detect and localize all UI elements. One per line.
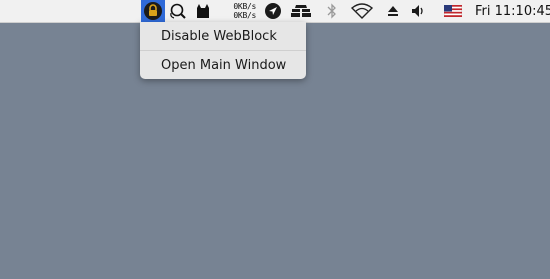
lock-icon	[144, 2, 162, 20]
download-speed: 0KB/s	[233, 11, 256, 20]
disable-webblock-menu-item[interactable]: Disable WebBlock	[140, 25, 306, 47]
mosaic-grid-icon[interactable]	[288, 0, 314, 22]
webblock-status-item[interactable]	[141, 0, 165, 22]
send-arrow-icon[interactable]	[262, 0, 284, 22]
webblock-dropdown-menu: Disable WebBlock Open Main Window	[140, 22, 306, 79]
wifi-icon[interactable]	[350, 0, 374, 22]
cat-icon[interactable]	[192, 0, 214, 22]
magnifier-icon[interactable]	[168, 0, 188, 22]
network-speed-meter[interactable]: 0KB/s 0KB/s	[224, 0, 256, 22]
us-flag-input-source-icon[interactable]	[442, 0, 464, 22]
upload-speed: 0KB/s	[233, 2, 256, 11]
menu-bar: 0KB/s 0KB/s Fri 11:10:45	[0, 0, 550, 23]
volume-icon[interactable]	[410, 0, 430, 22]
open-main-window-menu-item[interactable]: Open Main Window	[140, 54, 306, 76]
clock[interactable]: Fri 11:10:45	[475, 0, 550, 22]
menu-separator	[140, 50, 306, 51]
bluetooth-icon[interactable]	[324, 0, 340, 22]
eject-icon[interactable]	[384, 0, 402, 22]
